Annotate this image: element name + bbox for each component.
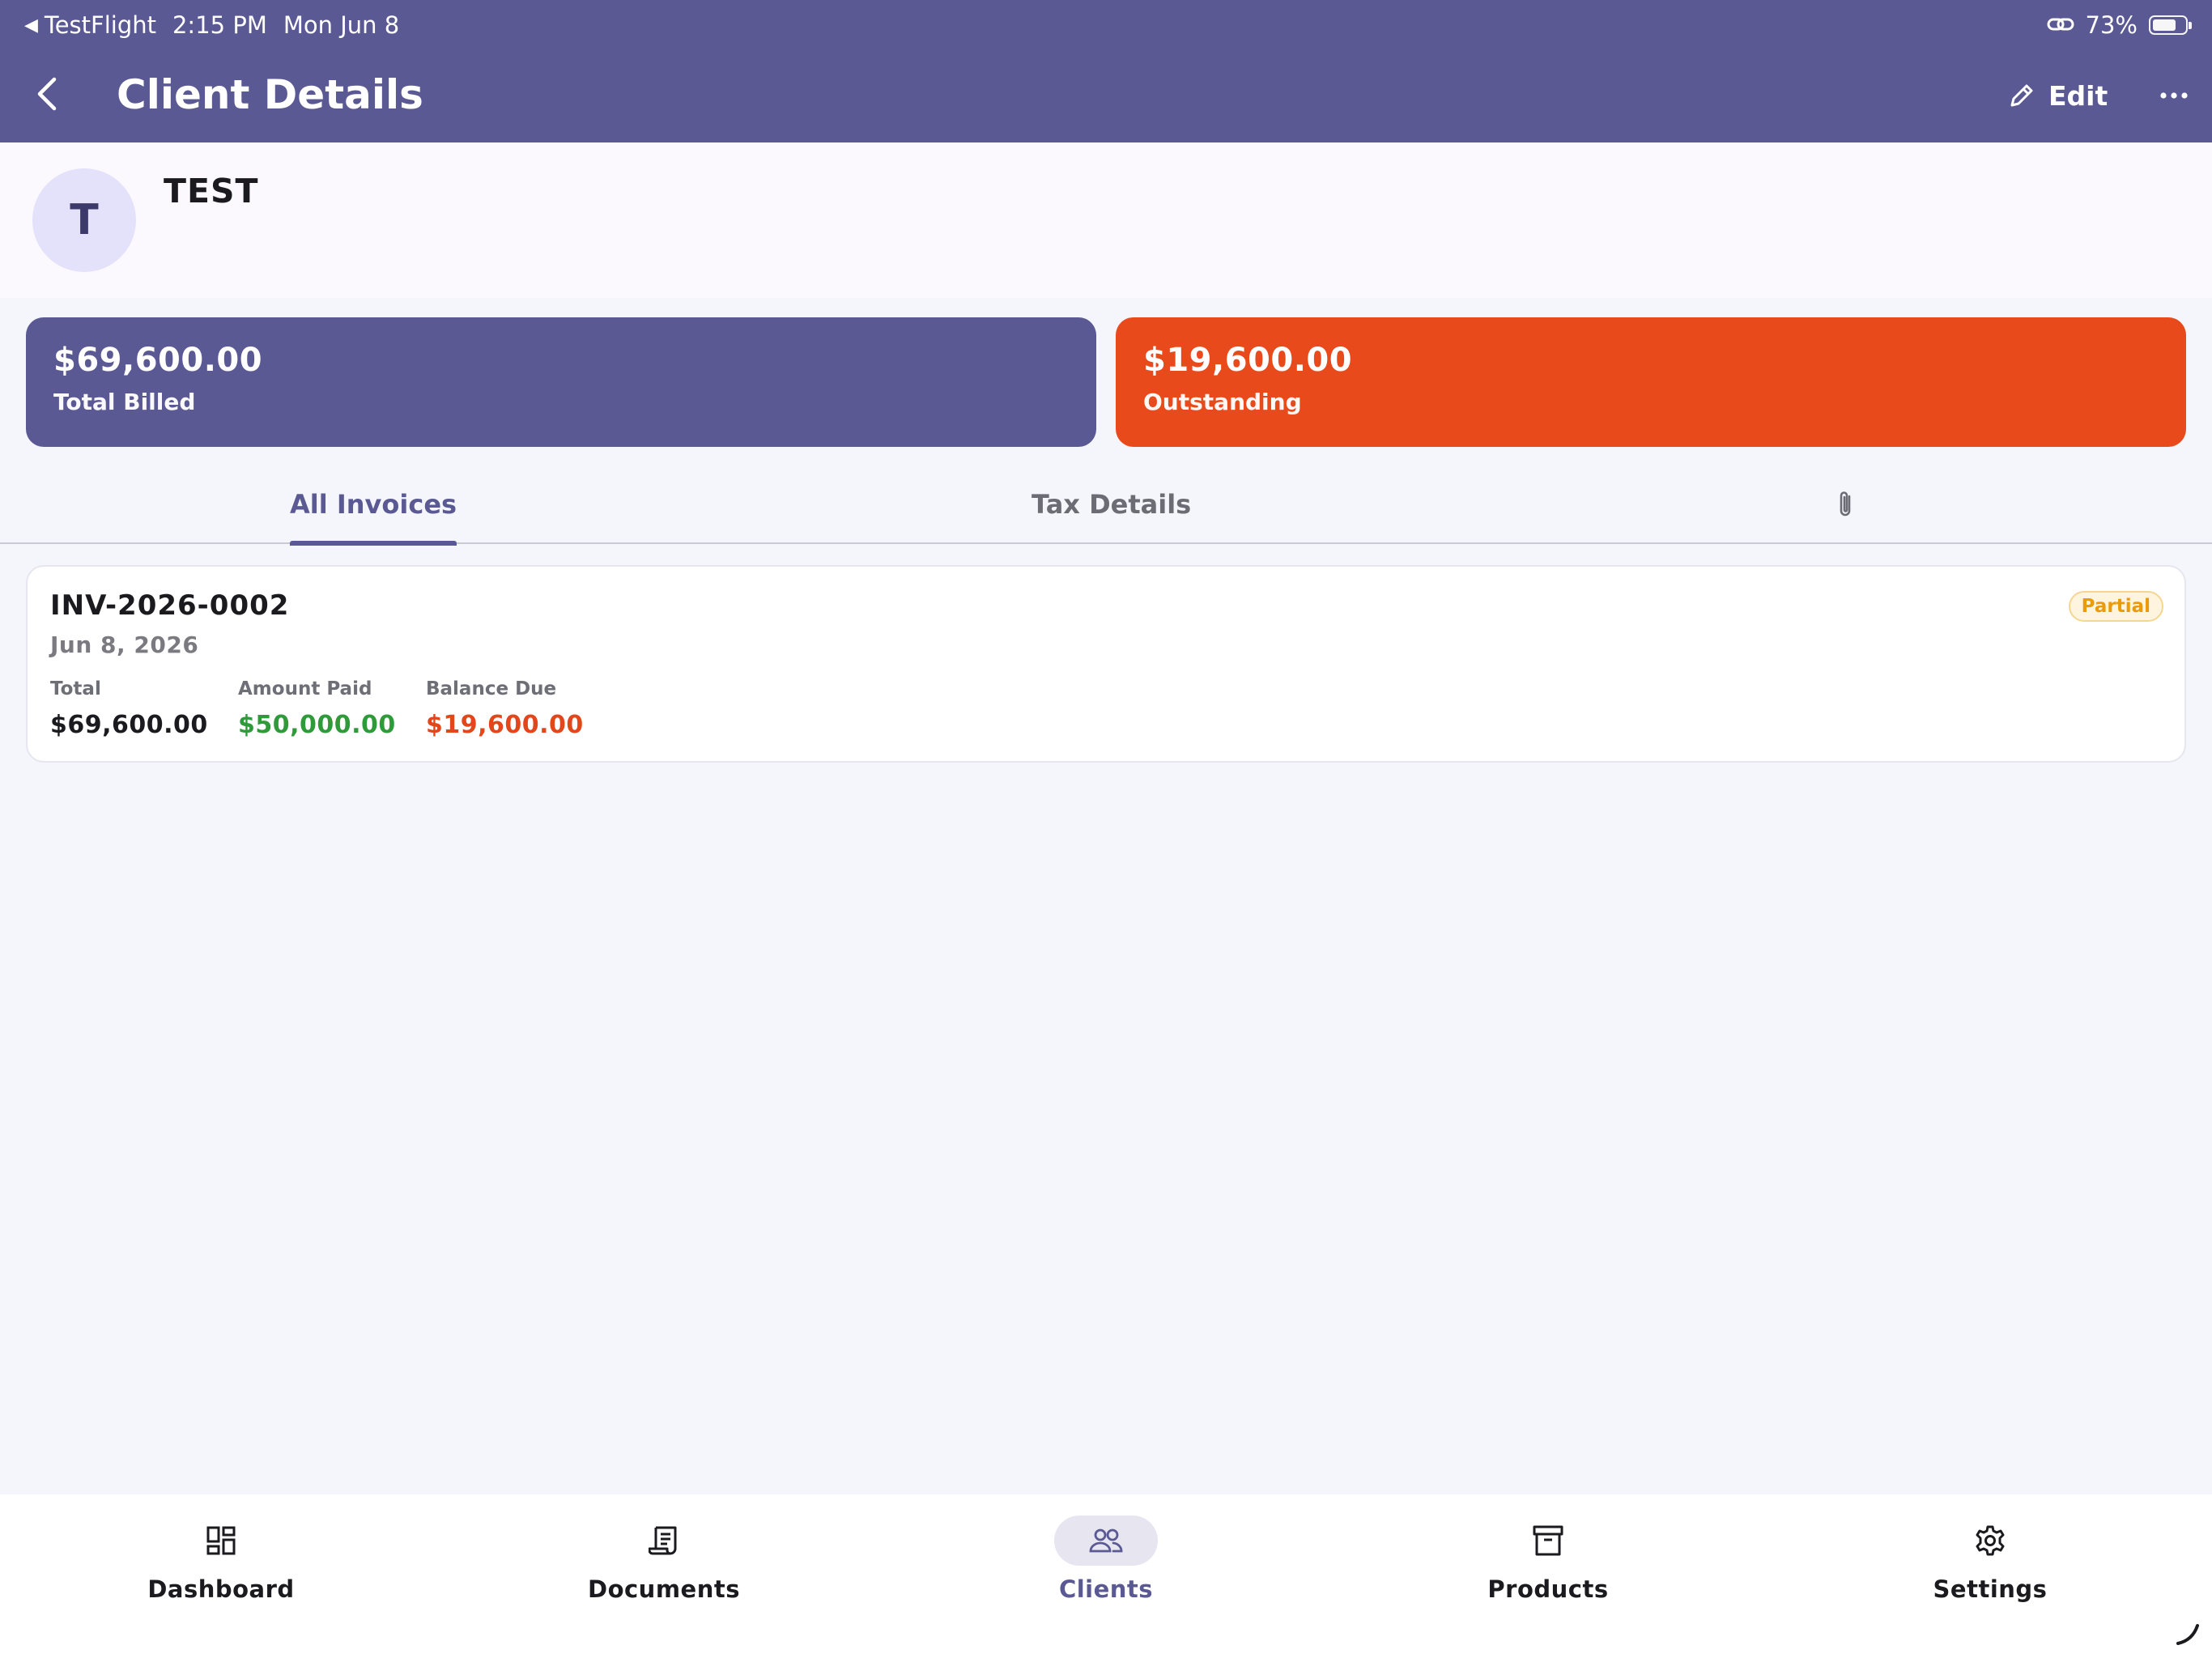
status-left: ◀ TestFlight 2:15 PM Mon Jun 8: [24, 11, 399, 39]
status-time: 2:15 PM: [172, 11, 267, 39]
battery-fill: [2153, 19, 2176, 31]
clients-icon: [1089, 1528, 1123, 1553]
back-to-app-icon[interactable]: ◀: [24, 15, 38, 36]
nav-icon-wrap: [612, 1516, 716, 1566]
tab-all-invoices-label: All Invoices: [290, 489, 457, 520]
documents-icon: [649, 1526, 677, 1555]
tab-tax-details-label: Tax Details: [1032, 489, 1192, 520]
nav-item-documents[interactable]: Documents: [567, 1516, 761, 1603]
invoice-total-value: $69,600.00: [50, 711, 208, 739]
invoice-date: Jun 8, 2026: [50, 631, 199, 658]
settings-icon: [1976, 1525, 2005, 1556]
nav-label-documents: Documents: [588, 1575, 740, 1603]
more-options-button[interactable]: [2154, 74, 2194, 117]
back-button[interactable]: [24, 71, 70, 117]
invoice-balance-value: $19,600.00: [426, 711, 584, 739]
more-horizontal-icon: [2160, 92, 2188, 99]
status-badge: Partial: [2068, 591, 2163, 622]
edit-button[interactable]: Edit: [2008, 74, 2108, 117]
nav-icon-wrap: [169, 1516, 273, 1566]
invoice-card[interactable]: INV-2026-0002 Jun 8, 2026 Partial Total …: [26, 565, 2186, 763]
status-date: Mon Jun 8: [283, 11, 400, 39]
invoice-total: Total $69,600.00: [50, 678, 208, 739]
nav-item-settings[interactable]: Settings: [1893, 1516, 2087, 1603]
tab-attachments[interactable]: [1830, 470, 1862, 544]
invoice-paid-label: Amount Paid: [238, 678, 372, 699]
client-header: T TEST: [0, 142, 2212, 298]
status-bar: ◀ TestFlight 2:15 PM Mon Jun 8 73%: [0, 0, 2212, 52]
total-billed-amount: $69,600.00: [53, 342, 263, 379]
pencil-icon: [2010, 84, 2033, 107]
nav-label-products: Products: [1487, 1575, 1609, 1603]
outstanding-label: Outstanding: [1143, 389, 1302, 415]
edit-button-label: Edit: [2048, 79, 2108, 112]
battery-icon: [2149, 15, 2192, 35]
client-name: TEST: [164, 172, 259, 210]
invoice-number: INV-2026-0002: [50, 589, 290, 622]
page-title: Client Details: [117, 71, 423, 118]
nav-icon-wrap-active: [1054, 1516, 1158, 1566]
resize-corner-icon: [2176, 1624, 2199, 1645]
nav-label-clients: Clients: [1058, 1575, 1154, 1603]
status-right: 73%: [2047, 11, 2192, 39]
nav-item-dashboard[interactable]: Dashboard: [124, 1516, 318, 1603]
outstanding-card: $19,600.00 Outstanding: [1116, 317, 2186, 447]
link-icon: [2047, 11, 2074, 39]
nav-bar: Client Details Edit: [0, 52, 2212, 142]
battery-percent: 73%: [2085, 11, 2138, 39]
total-billed-label: Total Billed: [53, 389, 196, 415]
app-header: ◀ TestFlight 2:15 PM Mon Jun 8 73% Clien…: [0, 0, 2212, 142]
nav-item-products[interactable]: Products: [1451, 1516, 1645, 1603]
products-icon: [1533, 1525, 1563, 1556]
tab-tax-details[interactable]: Tax Details: [1032, 470, 1191, 544]
nav-icon-wrap: [1938, 1516, 2042, 1566]
invoice-total-label: Total: [50, 678, 101, 699]
total-billed-card: $69,600.00 Total Billed: [26, 317, 1096, 447]
bottom-nav: Dashboard Documents Clients Products Set…: [0, 1494, 2212, 1658]
tab-bar: All Invoices Tax Details: [0, 470, 2212, 546]
nav-label-settings: Settings: [1933, 1575, 2048, 1603]
avatar: T: [32, 168, 136, 272]
invoice-balance-due: Balance Due $19,600.00: [426, 678, 584, 739]
tab-all-invoices[interactable]: All Invoices: [290, 470, 457, 546]
active-tab-indicator: [290, 541, 457, 546]
nav-icon-wrap: [1496, 1516, 1600, 1566]
nav-item-clients[interactable]: Clients: [1009, 1516, 1203, 1603]
invoice-amount-paid: Amount Paid $50,000.00: [238, 678, 396, 739]
back-to-app-label[interactable]: TestFlight: [45, 11, 156, 39]
invoice-balance-label: Balance Due: [426, 678, 557, 699]
invoice-paid-value: $50,000.00: [238, 711, 396, 739]
paperclip-icon: [1840, 491, 1851, 517]
outstanding-amount: $19,600.00: [1143, 342, 1353, 379]
nav-label-dashboard: Dashboard: [147, 1575, 295, 1603]
dashboard-icon: [206, 1526, 236, 1555]
chevron-left-icon: [37, 77, 57, 111]
